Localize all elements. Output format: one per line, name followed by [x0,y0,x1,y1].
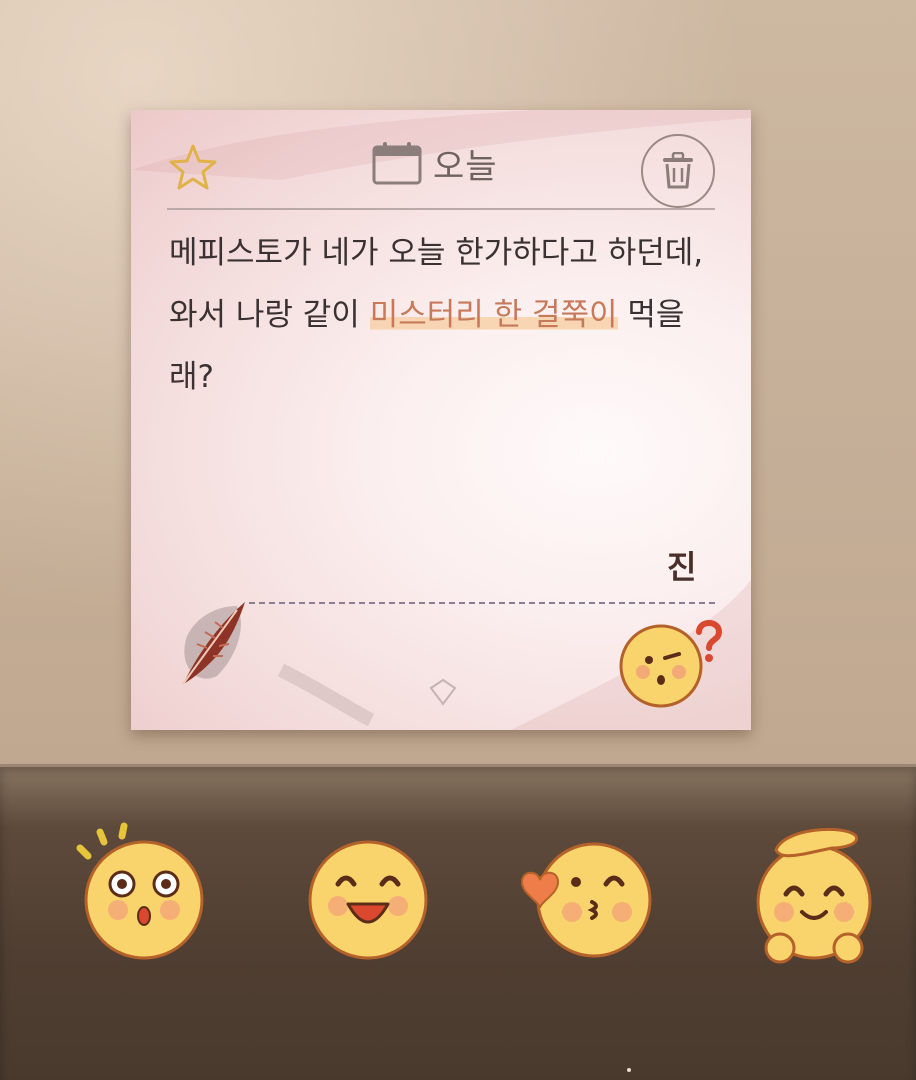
note-title: 오늘 [433,146,498,187]
kiss-heart-emoji[interactable] [518,820,658,970]
trash-icon [663,152,693,189]
star-icon[interactable] [167,142,219,194]
laughing-emoji[interactable] [298,820,438,970]
head-pat-emoji[interactable] [744,820,884,970]
reaction-bar [0,820,916,980]
confused-emoji[interactable] [615,612,725,712]
surprised-emoji[interactable] [74,820,214,970]
sender-signature: 진 [667,548,697,586]
quill-icon [182,602,245,685]
delete-button[interactable] [641,134,715,208]
tray-edge [0,764,916,767]
note-message: 메피스토가 네가 오늘 한가하다고 하던데, 와서 나랑 같이 미스터리 한 걸… [169,222,719,408]
note-header: 오늘 [371,138,498,188]
memo-note: 오늘 메피스토가 네가 오늘 한가하다고 하던데, 와서 나랑 같이 미스터리 … [131,110,751,730]
page-indicator-dot [627,1068,631,1072]
message-highlight: 미스터리 한 걸쭉이 [369,297,618,333]
header-divider [167,208,715,210]
calendar-icon [372,142,422,185]
signature-line [249,602,715,604]
